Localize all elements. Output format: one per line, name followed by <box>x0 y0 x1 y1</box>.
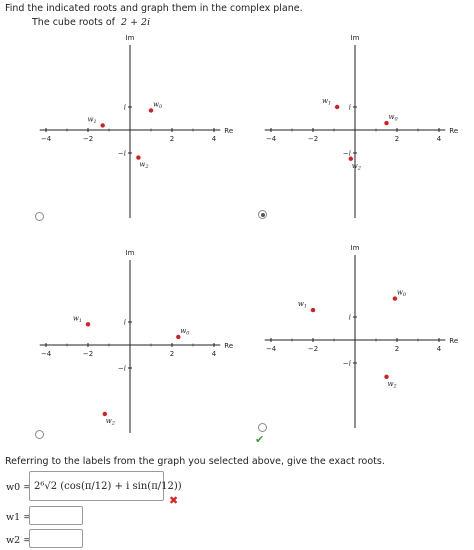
root-label-w0: w0 <box>397 289 407 299</box>
complex-plane-svg: −4 −2 2 4 i −i Im Re w1 w0 w2 <box>264 244 458 428</box>
x-tick-label: −4 <box>266 135 277 143</box>
x-tick-label: −2 <box>308 345 318 353</box>
subquestion: The cube roots of 2 + 2i <box>32 17 150 28</box>
x-tick-label: −4 <box>41 135 52 143</box>
re-axis-label: Re <box>449 127 458 135</box>
x-tick-label: −2 <box>83 350 93 358</box>
complex-plane-svg: −4 −2 2 4i−iImRew1w0w2 <box>39 249 233 433</box>
y-tick-label: −i <box>343 360 351 368</box>
w2-answer-field[interactable] <box>29 529 83 548</box>
x-tick-label: −2 <box>83 135 93 143</box>
root-point-w0 <box>176 334 181 340</box>
incorrect-x-icon: ✖ <box>169 494 179 507</box>
root-label-w2: w2 <box>388 380 397 390</box>
y-tick-label: −i <box>118 150 126 158</box>
subquestion-expression: 2 + 2i <box>121 17 151 28</box>
subquestion-label: The cube roots of <box>32 17 115 28</box>
x-tick-label: 4 <box>437 135 442 143</box>
graph-option-2: −4 −2 2 4 i −i Im Re w1 w0 w2 <box>225 30 458 230</box>
y-tick-label: i <box>349 104 351 112</box>
root-point-w1 <box>334 104 340 110</box>
x-tick-label: −2 <box>308 135 318 143</box>
re-axis-label: Re <box>449 337 458 345</box>
correct-check-icon: ✔ <box>255 433 265 446</box>
root-label-w2: w2 <box>352 162 361 172</box>
w1-answer-field[interactable] <box>29 506 83 525</box>
root-point-w0 <box>148 108 154 113</box>
radio-option-4[interactable] <box>258 423 267 432</box>
y-tick-label: i <box>124 104 126 112</box>
w0-label: w0 = <box>6 482 32 493</box>
complex-plane-svg: −4 −2 2 4i−iImRew0w1w2 <box>39 34 233 218</box>
x-tick-label: −4 <box>41 350 52 358</box>
x-tick-label: −4 <box>266 345 277 353</box>
x-tick-label: 4 <box>437 345 442 353</box>
y-tick-label: −i <box>118 365 126 373</box>
y-tick-label: i <box>349 314 351 322</box>
x-tick-label: 2 <box>395 345 399 353</box>
question-text: Find the indicated roots and graph them … <box>5 3 303 14</box>
root-point-w2 <box>384 374 389 379</box>
referring-text: Referring to the labels from the graph y… <box>5 456 385 467</box>
im-axis-label: Im <box>351 244 360 252</box>
radio-option-2[interactable] <box>258 210 267 219</box>
root-label-w1: w1 <box>298 300 307 310</box>
graph-option-3: −4 −2 2 4 i −i Im Re w1 w0 w2 <box>0 245 233 445</box>
w0-answer-field[interactable]: 2⁶√2 (cos(π/12) + i sin(π/12)) <box>29 471 182 501</box>
im-axis-label: Im <box>126 249 135 257</box>
root-label-w1: w1 <box>88 115 97 125</box>
root-point-w1 <box>100 123 105 128</box>
root-point-w0 <box>392 296 398 301</box>
root-label-w0: w0 <box>389 113 399 123</box>
radio-option-1[interactable] <box>35 212 44 221</box>
root-point-w0 <box>384 120 389 126</box>
root-point-w2 <box>102 411 108 417</box>
im-axis-label: Im <box>351 34 360 42</box>
x-tick-label: 2 <box>170 350 174 358</box>
root-label-w1: w1 <box>322 97 331 107</box>
graph-option-4: −4 −2 2 4 i −i Im Re w1 w0 w2 <box>225 240 458 440</box>
root-label-w2: w2 <box>106 417 115 427</box>
x-tick-label: 2 <box>395 135 399 143</box>
w1-label: w1 = <box>6 512 32 523</box>
root-point-w2 <box>136 155 141 160</box>
radio-option-3[interactable] <box>35 430 44 439</box>
root-label-w0: w0 <box>153 100 163 110</box>
y-tick-label: i <box>124 319 126 327</box>
x-tick-label: 4 <box>212 350 217 358</box>
root-label-w2: w2 <box>139 161 148 171</box>
x-tick-label: 4 <box>212 135 217 143</box>
graph-option-1: −4 −2 2 4 i −i Im Re w0 w1 w2 <box>0 30 233 230</box>
x-tick-label: 2 <box>170 135 174 143</box>
root-label-w0: w0 <box>180 327 190 337</box>
root-label-w1: w1 <box>73 314 82 324</box>
im-axis-label: Im <box>126 34 135 42</box>
root-point-w1 <box>310 307 316 313</box>
complex-plane-svg: −4 −2 2 4 i −i Im Re w1 w0 w2 <box>264 34 458 218</box>
y-tick-label: −i <box>343 150 351 158</box>
root-point-w2 <box>348 156 353 161</box>
root-point-w1 <box>85 322 91 327</box>
w2-label: w2 = <box>6 535 32 546</box>
